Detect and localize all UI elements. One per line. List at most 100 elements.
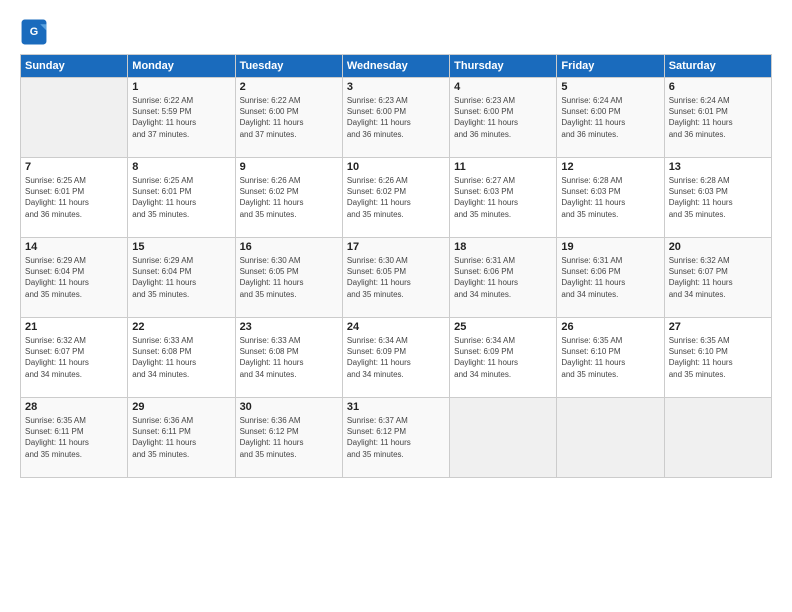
day-number: 13 — [669, 161, 767, 173]
svg-text:G: G — [30, 26, 38, 38]
calendar-cell: 12 Sunrise: 6:28 AM Sunset: 6:03 PM Dayli… — [557, 158, 664, 238]
cell-content: Sunrise: 6:30 AM Sunset: 6:05 PM Dayligh… — [347, 255, 445, 300]
calendar-week-row: 1 Sunrise: 6:22 AM Sunset: 5:59 PM Daylig… — [21, 78, 772, 158]
calendar-week-row: 14 Sunrise: 6:29 AM Sunset: 6:04 PM Dayli… — [21, 238, 772, 318]
day-number: 10 — [347, 161, 445, 173]
day-number: 25 — [454, 321, 552, 333]
calendar-cell — [664, 398, 771, 478]
day-number: 18 — [454, 241, 552, 253]
day-number: 9 — [240, 161, 338, 173]
calendar-page: G SundayMondayTuesdayWednesdayThursdayFr… — [0, 0, 792, 612]
calendar-cell: 22 Sunrise: 6:33 AM Sunset: 6:08 PM Dayli… — [128, 318, 235, 398]
cell-content: Sunrise: 6:35 AM Sunset: 6:10 PM Dayligh… — [669, 335, 767, 380]
cell-content: Sunrise: 6:36 AM Sunset: 6:11 PM Dayligh… — [132, 415, 230, 460]
calendar-cell: 31 Sunrise: 6:37 AM Sunset: 6:12 PM Dayli… — [342, 398, 449, 478]
header: G — [20, 18, 772, 46]
logo: G — [20, 18, 52, 46]
cell-content: Sunrise: 6:22 AM Sunset: 6:00 PM Dayligh… — [240, 95, 338, 140]
calendar-week-row: 21 Sunrise: 6:32 AM Sunset: 6:07 PM Dayli… — [21, 318, 772, 398]
weekday-header: Saturday — [664, 55, 771, 78]
calendar-cell: 17 Sunrise: 6:30 AM Sunset: 6:05 PM Dayli… — [342, 238, 449, 318]
day-number: 20 — [669, 241, 767, 253]
day-number: 15 — [132, 241, 230, 253]
calendar-cell: 19 Sunrise: 6:31 AM Sunset: 6:06 PM Dayli… — [557, 238, 664, 318]
calendar-cell: 23Sunrise: 6:33 AM Sunset: 6:08 PM Dayli… — [235, 318, 342, 398]
calendar-week-row: 7 Sunrise: 6:25 AM Sunset: 6:01 PM Daylig… — [21, 158, 772, 238]
cell-content: Sunrise: 6:37 AM Sunset: 6:12 PM Dayligh… — [347, 415, 445, 460]
day-number: 7 — [25, 161, 123, 173]
cell-content: Sunrise: 6:22 AM Sunset: 5:59 PM Dayligh… — [132, 95, 230, 140]
cell-content: Sunrise: 6:23 AM Sunset: 6:00 PM Dayligh… — [347, 95, 445, 140]
day-number: 3 — [347, 81, 445, 93]
day-number: 1 — [132, 81, 230, 93]
header-row: SundayMondayTuesdayWednesdayThursdayFrid… — [21, 55, 772, 78]
calendar-header: SundayMondayTuesdayWednesdayThursdayFrid… — [21, 55, 772, 78]
day-number: 28 — [25, 401, 123, 413]
calendar-cell: 29 Sunrise: 6:36 AM Sunset: 6:11 PM Dayli… — [128, 398, 235, 478]
calendar-cell: 7Sunrise: 6:25 AM Sunset: 6:01 PM Daylig… — [21, 158, 128, 238]
cell-content: Sunrise: 6:27 AM Sunset: 6:03 PM Dayligh… — [454, 175, 552, 220]
calendar-cell: 4Sunrise: 6:23 AM Sunset: 6:00 PM Daylig… — [450, 78, 557, 158]
day-number: 8 — [132, 161, 230, 173]
cell-content: Sunrise: 6:24 AM Sunset: 6:00 PM Dayligh… — [561, 95, 659, 140]
calendar-cell: 6Sunrise: 6:24 AM Sunset: 6:01 PM Daylig… — [664, 78, 771, 158]
calendar-cell: 21 Sunrise: 6:32 AM Sunset: 6:07 PM Dayli… — [21, 318, 128, 398]
calendar-cell: 28 Sunrise: 6:35 AM Sunset: 6:11 PM Dayli… — [21, 398, 128, 478]
calendar-cell: 24 Sunrise: 6:34 AM Sunset: 6:09 PM Dayli… — [342, 318, 449, 398]
calendar-week-row: 28 Sunrise: 6:35 AM Sunset: 6:11 PM Dayli… — [21, 398, 772, 478]
cell-content: Sunrise: 6:25 AM Sunset: 6:01 PM Dayligh… — [132, 175, 230, 220]
day-number: 17 — [347, 241, 445, 253]
logo-icon: G — [20, 18, 48, 46]
cell-content: Sunrise: 6:30 AM Sunset: 6:05 PM Dayligh… — [240, 255, 338, 300]
calendar-cell: 13 Sunrise: 6:28 AM Sunset: 6:03 PM Dayli… — [664, 158, 771, 238]
weekday-header: Tuesday — [235, 55, 342, 78]
calendar-cell: 5Sunrise: 6:24 AM Sunset: 6:00 PM Daylig… — [557, 78, 664, 158]
calendar-cell: 1 Sunrise: 6:22 AM Sunset: 5:59 PM Daylig… — [128, 78, 235, 158]
calendar-cell: 25Sunrise: 6:34 AM Sunset: 6:09 PM Dayli… — [450, 318, 557, 398]
calendar-cell — [450, 398, 557, 478]
calendar-cell: 11 Sunrise: 6:27 AM Sunset: 6:03 PM Dayli… — [450, 158, 557, 238]
day-number: 30 — [240, 401, 338, 413]
cell-content: Sunrise: 6:34 AM Sunset: 6:09 PM Dayligh… — [347, 335, 445, 380]
cell-content: Sunrise: 6:29 AM Sunset: 6:04 PM Dayligh… — [132, 255, 230, 300]
calendar-cell: 26 Sunrise: 6:35 AM Sunset: 6:10 PM Dayli… — [557, 318, 664, 398]
weekday-header: Sunday — [21, 55, 128, 78]
calendar-cell: 20Sunrise: 6:32 AM Sunset: 6:07 PM Dayli… — [664, 238, 771, 318]
day-number: 26 — [561, 321, 659, 333]
calendar-cell — [557, 398, 664, 478]
day-number: 29 — [132, 401, 230, 413]
cell-content: Sunrise: 6:32 AM Sunset: 6:07 PM Dayligh… — [25, 335, 123, 380]
weekday-header: Wednesday — [342, 55, 449, 78]
cell-content: Sunrise: 6:28 AM Sunset: 6:03 PM Dayligh… — [669, 175, 767, 220]
calendar-cell: 15 Sunrise: 6:29 AM Sunset: 6:04 PM Dayli… — [128, 238, 235, 318]
cell-content: Sunrise: 6:23 AM Sunset: 6:00 PM Dayligh… — [454, 95, 552, 140]
calendar-cell: 16 Sunrise: 6:30 AM Sunset: 6:05 PM Dayli… — [235, 238, 342, 318]
day-number: 16 — [240, 241, 338, 253]
cell-content: Sunrise: 6:31 AM Sunset: 6:06 PM Dayligh… — [561, 255, 659, 300]
day-number: 24 — [347, 321, 445, 333]
day-number: 14 — [25, 241, 123, 253]
day-number: 12 — [561, 161, 659, 173]
calendar-cell: 27 Sunrise: 6:35 AM Sunset: 6:10 PM Dayli… — [664, 318, 771, 398]
cell-content: Sunrise: 6:28 AM Sunset: 6:03 PM Dayligh… — [561, 175, 659, 220]
calendar-cell: 2 Sunrise: 6:22 AM Sunset: 6:00 PM Daylig… — [235, 78, 342, 158]
cell-content: Sunrise: 6:35 AM Sunset: 6:10 PM Dayligh… — [561, 335, 659, 380]
day-number: 19 — [561, 241, 659, 253]
cell-content: Sunrise: 6:35 AM Sunset: 6:11 PM Dayligh… — [25, 415, 123, 460]
calendar-cell: 9 Sunrise: 6:26 AM Sunset: 6:02 PM Daylig… — [235, 158, 342, 238]
cell-content: Sunrise: 6:26 AM Sunset: 6:02 PM Dayligh… — [240, 175, 338, 220]
calendar-cell: 10Sunrise: 6:26 AM Sunset: 6:02 PM Dayli… — [342, 158, 449, 238]
calendar-cell: 3 Sunrise: 6:23 AM Sunset: 6:00 PM Daylig… — [342, 78, 449, 158]
cell-content: Sunrise: 6:33 AM Sunset: 6:08 PM Dayligh… — [132, 335, 230, 380]
day-number: 23 — [240, 321, 338, 333]
day-number: 22 — [132, 321, 230, 333]
calendar-cell: 30Sunrise: 6:36 AM Sunset: 6:12 PM Dayli… — [235, 398, 342, 478]
day-number: 11 — [454, 161, 552, 173]
day-number: 2 — [240, 81, 338, 93]
day-number: 31 — [347, 401, 445, 413]
calendar-cell: 14Sunrise: 6:29 AM Sunset: 6:04 PM Dayli… — [21, 238, 128, 318]
calendar-table: SundayMondayTuesdayWednesdayThursdayFrid… — [20, 54, 772, 478]
day-number: 27 — [669, 321, 767, 333]
day-number: 6 — [669, 81, 767, 93]
day-number: 21 — [25, 321, 123, 333]
